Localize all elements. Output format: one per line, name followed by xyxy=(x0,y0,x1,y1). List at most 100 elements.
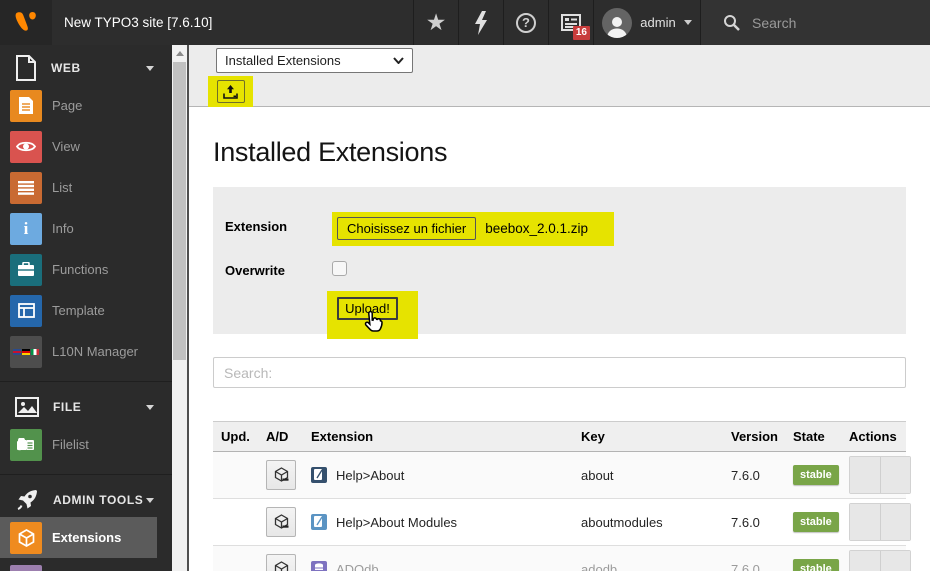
docheader: Installed Extensions xyxy=(189,45,930,107)
col-actions: Actions xyxy=(841,421,906,452)
extension-name: Help>About Modules xyxy=(336,514,458,530)
extension-label: Extension xyxy=(225,219,288,234)
typo3-logo-icon[interactable] xyxy=(0,0,52,45)
sidebar-item-label: Functions xyxy=(52,262,109,277)
activate-extension-button[interactable] xyxy=(266,554,296,571)
section-header-web[interactable]: WEB xyxy=(0,51,172,85)
extension-menu-select[interactable]: Installed Extensions xyxy=(216,48,413,73)
cube-minus-icon xyxy=(274,513,288,529)
avatar xyxy=(602,7,633,38)
eye-icon xyxy=(10,130,42,163)
state-badge: stable xyxy=(793,465,839,485)
l10n-flags-icon xyxy=(10,335,42,368)
chevron-down-icon xyxy=(146,65,154,71)
toolbox-icon xyxy=(10,253,42,286)
sidebar-item-label: Page xyxy=(52,98,83,113)
sidebar-item-label: Info xyxy=(52,221,74,236)
section-header-file[interactable]: FILE xyxy=(0,390,172,424)
hand-cursor-icon xyxy=(364,310,383,332)
sidebar-item-view[interactable]: View xyxy=(0,126,157,167)
extension-version: 7.6.0 xyxy=(723,498,785,546)
sidebar-item-info[interactable]: i Info xyxy=(0,208,157,249)
template-icon xyxy=(10,294,42,327)
selected-file-name: beebox_2.0.1.zip xyxy=(485,221,589,236)
system-information-button[interactable]: 16 xyxy=(548,0,593,45)
username-label: admin xyxy=(640,15,676,30)
page-title: Installed Extensions xyxy=(213,137,448,167)
section-web: WEB Page View List i Info Functions Temp… xyxy=(0,45,172,372)
search-icon xyxy=(724,15,740,31)
sidebar-item-extensions[interactable]: Extensions xyxy=(0,517,157,558)
actions-button-group xyxy=(849,550,911,571)
bookmarks-button[interactable]: ★ xyxy=(413,0,458,45)
col-version: Version xyxy=(723,421,785,452)
scrollbar-up-arrow[interactable] xyxy=(172,45,187,61)
sidebar-item-label: Template xyxy=(52,303,105,318)
table-row: Help>About Modules aboutmodules 7.6.0 st… xyxy=(213,498,911,546)
sidebar-item-page[interactable]: Page xyxy=(0,85,157,126)
extension-key: adodb xyxy=(573,545,723,571)
chevron-down-icon xyxy=(146,404,154,410)
cube-minus-icon xyxy=(274,466,288,482)
extension-key: aboutmodules xyxy=(573,498,723,546)
notification-count-badge: 16 xyxy=(572,25,590,40)
overwrite-checkbox[interactable] xyxy=(332,261,347,276)
module-body: Installed Extensions Extension Choisisse… xyxy=(189,137,930,571)
deactivate-extension-button[interactable] xyxy=(266,460,296,490)
toolbar-search[interactable]: Search xyxy=(700,0,930,45)
scrollbar-thumb[interactable] xyxy=(173,62,186,360)
upload-extension-button[interactable] xyxy=(216,80,245,103)
sidebar-item-l10n-manager[interactable]: L10N Manager xyxy=(0,331,157,372)
sidebar-item-label: View xyxy=(52,139,80,154)
table-row: Help>About about 7.6.0 stable xyxy=(213,451,911,499)
sidebar-item-partial xyxy=(10,565,42,571)
typo3-backend: New TYPO3 site [7.6.10] ★ ? 16 admin Sea… xyxy=(0,0,930,571)
site-title: New TYPO3 site [7.6.10] xyxy=(64,15,213,30)
col-state: State xyxy=(785,421,841,452)
section-header-admin-tools[interactable]: ADMIN TOOLS xyxy=(0,483,172,517)
select-chevron-icon xyxy=(393,57,404,64)
section-label: WEB xyxy=(51,61,81,75)
state-badge: stable xyxy=(793,512,839,532)
extension-version: 7.6.0 xyxy=(723,545,785,571)
document-outline-icon xyxy=(16,55,36,81)
page-icon xyxy=(10,89,42,122)
state-badge: stable xyxy=(793,559,839,571)
selected-menu-value: Installed Extensions xyxy=(225,53,341,68)
sidebar-item-functions[interactable]: Functions xyxy=(0,249,157,290)
sidebar-item-template[interactable]: Template xyxy=(0,290,157,331)
table-header-row: Upd. A/D Extension Key Version State Act… xyxy=(213,421,906,452)
actions-button-group xyxy=(849,503,911,541)
section-label: ADMIN TOOLS xyxy=(53,493,144,507)
upload-button-annotation-highlight: Upload! xyxy=(327,291,418,339)
choose-file-button[interactable]: Choisissez un fichier xyxy=(337,217,477,240)
toolbar-search-placeholder: Search xyxy=(752,14,797,31)
rocket-icon xyxy=(17,490,37,510)
extensions-cube-icon xyxy=(10,521,42,554)
extension-key: about xyxy=(573,451,723,499)
upload-button-row: Upload! xyxy=(225,291,906,339)
user-menu-button[interactable]: admin xyxy=(593,0,700,45)
actions-button-group xyxy=(849,456,911,494)
col-upd: Upd. xyxy=(213,421,258,452)
file-input-annotation-highlight: Choisissez un fichier beebox_2.0.1.zip xyxy=(332,212,615,246)
extension-search-input[interactable] xyxy=(213,357,906,388)
question-mark-icon: ? xyxy=(516,12,536,33)
upload-form-panel: Extension Choisissez un fichier beebox_2… xyxy=(213,187,906,339)
sidebar-item-list[interactable]: List xyxy=(0,167,157,208)
module-menu: WEB Page View List i Info Functions Temp… xyxy=(0,45,172,571)
lightning-bolt-icon xyxy=(475,10,487,35)
sidebar-item-filelist[interactable]: Filelist xyxy=(0,424,157,465)
sidebar-scrollbar[interactable] xyxy=(172,45,187,571)
star-icon: ★ xyxy=(425,9,447,35)
sidebar-item-label: L10N Manager xyxy=(52,344,138,359)
extension-table: Upd. A/D Extension Key Version State Act… xyxy=(213,421,911,571)
deactivate-extension-button[interactable] xyxy=(266,507,296,537)
extension-name: ADOdb xyxy=(336,561,379,571)
clear-cache-button[interactable] xyxy=(458,0,503,45)
help-button[interactable]: ? xyxy=(503,0,548,45)
section-file: FILE Filelist xyxy=(0,381,172,465)
extension-version: 7.6.0 xyxy=(723,451,785,499)
cube-plus-icon xyxy=(274,560,288,571)
extension-adodb-icon xyxy=(311,561,327,571)
